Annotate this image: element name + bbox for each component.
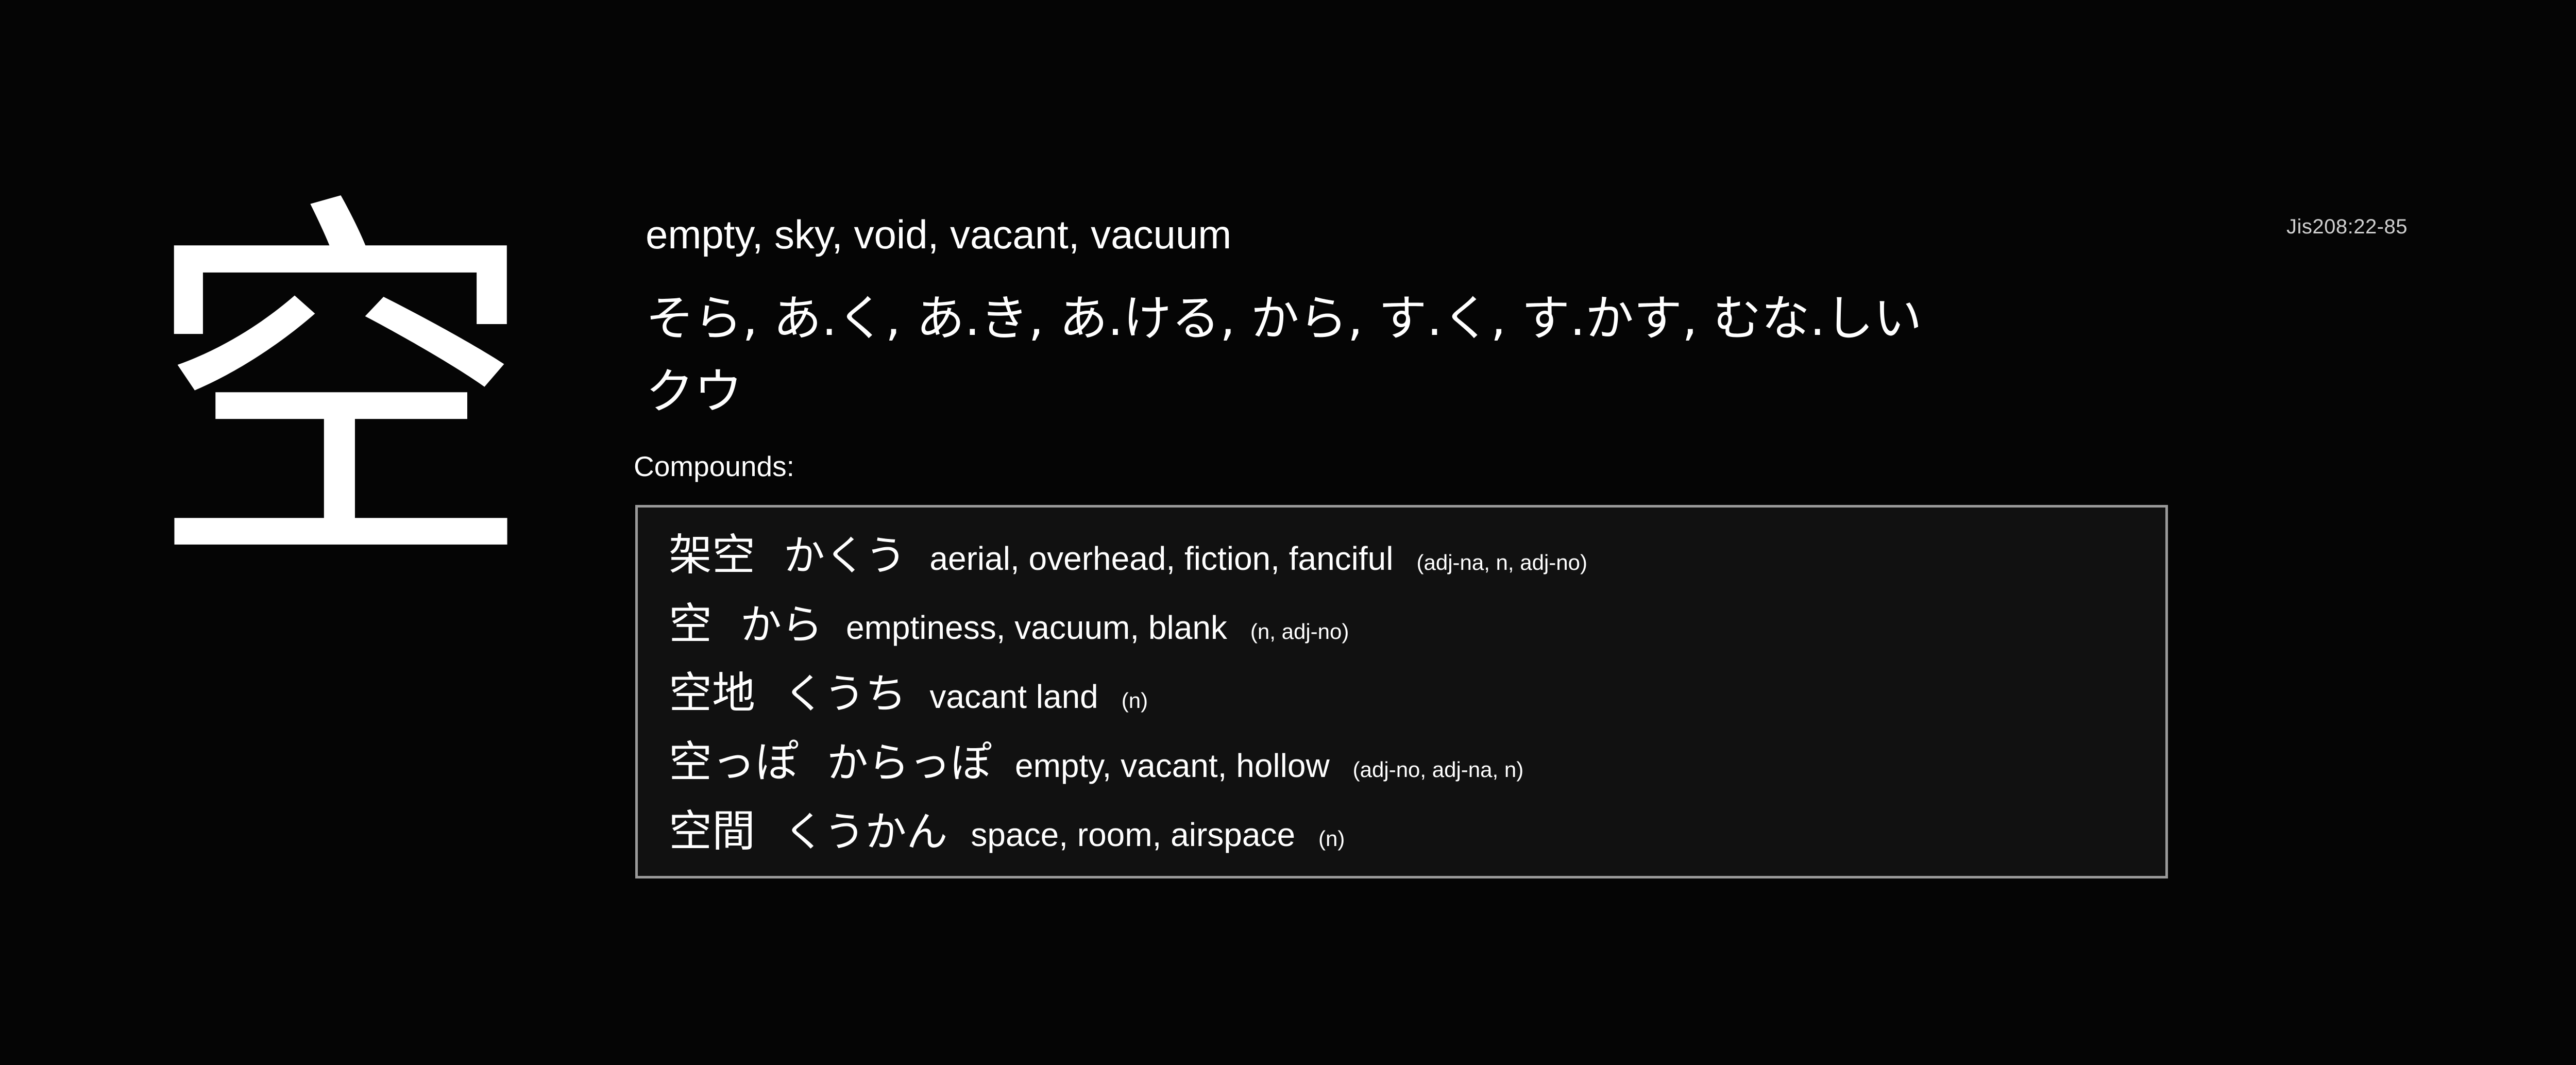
compound-reading: からっぽ xyxy=(827,739,992,787)
compound-meaning: emptiness, vacuum, blank xyxy=(846,609,1227,646)
kanji-readings: そら, あ.く, あ.き, あ.ける, から, す.く, す.かす, むな.しい… xyxy=(646,282,2088,429)
compound-row: 空地 くうち vacant land (n) xyxy=(669,658,2165,728)
compound-pos: (n) xyxy=(1121,688,1148,713)
compound-row: 空っぽ からっぽ empty, vacant, hollow (adj-no, … xyxy=(669,728,2165,797)
compound-word: 空地 xyxy=(669,668,756,718)
compound-meaning: empty, vacant, hollow xyxy=(1015,747,1330,784)
compound-row: 空間 くうかん space, room, airspace (n) xyxy=(669,797,2165,866)
compound-reading: かくう xyxy=(784,532,907,580)
compounds-label: Compounds: xyxy=(634,450,794,482)
compound-word: 空 xyxy=(669,599,713,649)
compound-pos: (adj-no, adj-na, n) xyxy=(1352,757,1524,782)
kanji-character: 空 xyxy=(144,164,536,619)
on-readings: クウ xyxy=(646,364,743,420)
compound-word: 架空 xyxy=(669,530,756,580)
compounds-list: 架空 かくう aerial, overhead, fiction, fancif… xyxy=(635,505,2168,878)
compound-pos: (adj-na, n, adj-no) xyxy=(1416,550,1587,574)
compound-word: 空間 xyxy=(669,806,756,856)
compound-meaning: space, room, airspace xyxy=(971,816,1296,853)
compound-reading: くうち xyxy=(784,670,907,718)
kanji-meanings: empty, sky, void, vacant, vacuum xyxy=(646,212,1232,257)
compound-word: 空っぽ xyxy=(669,737,799,787)
compound-row: 架空 かくう aerial, overhead, fiction, fancif… xyxy=(669,520,2165,589)
jis-code: Jis208:22-85 xyxy=(2286,215,2408,238)
compound-meaning: aerial, overhead, fiction, fanciful xyxy=(929,540,1394,577)
compound-meaning: vacant land xyxy=(929,678,1098,715)
compound-pos: (n, adj-no) xyxy=(1250,619,1349,644)
compound-row: 空 から emptiness, vacuum, blank (n, adj-no… xyxy=(669,589,2165,658)
compound-reading: から xyxy=(740,601,823,649)
compound-pos: (n) xyxy=(1318,826,1345,851)
compound-reading: くうかん xyxy=(784,808,948,856)
kun-readings: そら, あ.く, あ.き, あ.ける, から, す.く, す.かす, むな.しい xyxy=(646,291,1922,347)
